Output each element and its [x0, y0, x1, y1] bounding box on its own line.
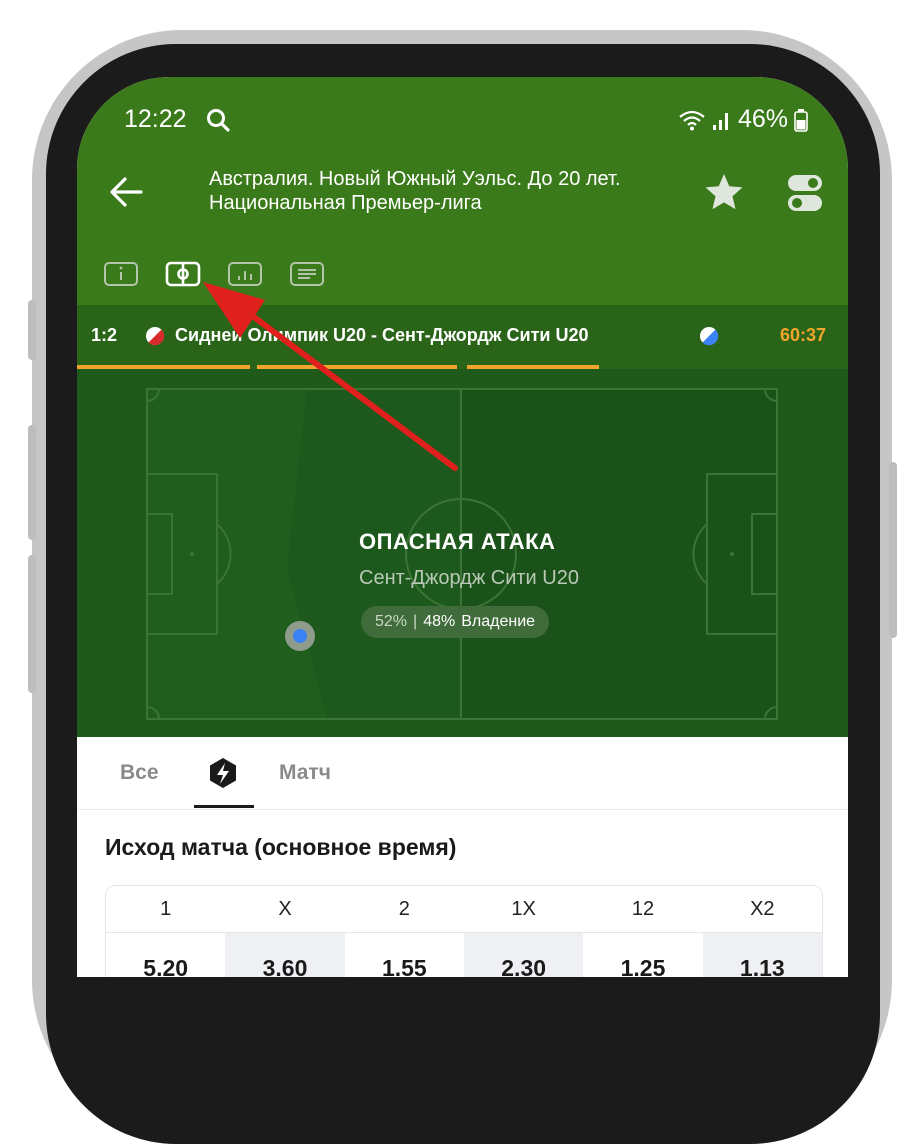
possession-badge: 52% | 48% Владение [361, 606, 550, 638]
odds-button-x[interactable]: 3.60 [225, 933, 345, 977]
status-time: 12:22 [124, 105, 187, 133]
odds-header-2: 2 [398, 897, 410, 920]
scorebar[interactable]: 1:2 Сидней Олимпик U20 - Сент-Джордж Сит… [77, 305, 848, 369]
odds-button-x2[interactable]: 1.13 [702, 933, 822, 977]
pitch-area: ОПАСНАЯ АТАКА Сент-Джордж Сити U20 52% |… [77, 369, 848, 737]
odds-header-x: X [278, 897, 292, 920]
search-icon [207, 109, 230, 132]
possession-home: 52% [375, 613, 408, 630]
odds-header-row: 1 X 2 1X 12 X2 [106, 886, 822, 932]
possession-label: Владение [461, 613, 536, 630]
back-arrow-icon[interactable] [107, 172, 147, 212]
odds-header-x2: X2 [750, 897, 775, 920]
odds-button-1[interactable]: 5.20 [106, 933, 225, 978]
tab-match[interactable]: Матч [279, 761, 331, 785]
toggle-icon[interactable] [787, 173, 823, 213]
volume-button [28, 555, 36, 693]
active-tab-underline [194, 805, 254, 808]
ball-position-marker [285, 621, 315, 651]
event-team: Сент-Джордж Сити U20 [359, 567, 579, 589]
possession-separator: | [413, 613, 418, 630]
ball-dot [293, 629, 307, 643]
odds-table: 1 X 2 1X 12 X2 5.20 3.60 1.55 2.30 1.25 … [105, 885, 823, 977]
field-tab-icon[interactable] [165, 261, 201, 287]
odds-header-1x: 1X [511, 897, 536, 920]
odds-header-12: 12 [631, 897, 655, 920]
match-time: 60:37 [779, 325, 826, 345]
battery-icon [794, 108, 808, 132]
match-score: 1:2 [91, 325, 118, 345]
volume-button [28, 300, 36, 360]
signal-icon [712, 112, 728, 130]
status-icons: 46% [678, 105, 808, 134]
possession-away: 48% [423, 613, 456, 630]
odds-values-row: 5.20 3.60 1.55 2.30 1.25 1.13 [106, 932, 822, 977]
tab-all[interactable]: Все [120, 761, 159, 785]
lightning-icon[interactable] [207, 757, 239, 789]
odds-header-1: 1 [160, 897, 172, 920]
odds-button-12[interactable]: 1.25 [583, 933, 702, 978]
league-title: Австралия. Новый Южный Уэльс. До 20 лет.… [209, 168, 621, 214]
event-title: ОПАСНАЯ АТАКА [359, 529, 556, 554]
app-header: 12:22 46% Австралия. Новый Южный Уэльс. … [77, 77, 848, 305]
power-button [889, 462, 897, 638]
phone-screen: 12:22 46% Австралия. Новый Южный Уэльс. … [77, 77, 848, 977]
list-tab-icon[interactable] [289, 261, 325, 287]
view-tabs [103, 261, 325, 287]
volume-button [28, 425, 36, 540]
home-team-icon [146, 327, 165, 346]
away-team-icon [700, 327, 719, 346]
battery-percent: 46% [737, 105, 788, 133]
odds-button-1x[interactable]: 2.30 [463, 933, 584, 977]
star-icon[interactable] [703, 171, 745, 213]
stats-tab-icon[interactable] [227, 261, 263, 287]
info-tab-icon[interactable] [103, 261, 139, 287]
teams-label: Сидней Олимпик U20 - Сент-Джордж Сити U2… [175, 325, 589, 345]
market-title: Исход матча (основное время) [105, 834, 457, 860]
odds-button-2[interactable]: 1.55 [345, 933, 464, 978]
market-tabs: Все Матч [77, 737, 848, 810]
wifi-icon [679, 110, 705, 130]
